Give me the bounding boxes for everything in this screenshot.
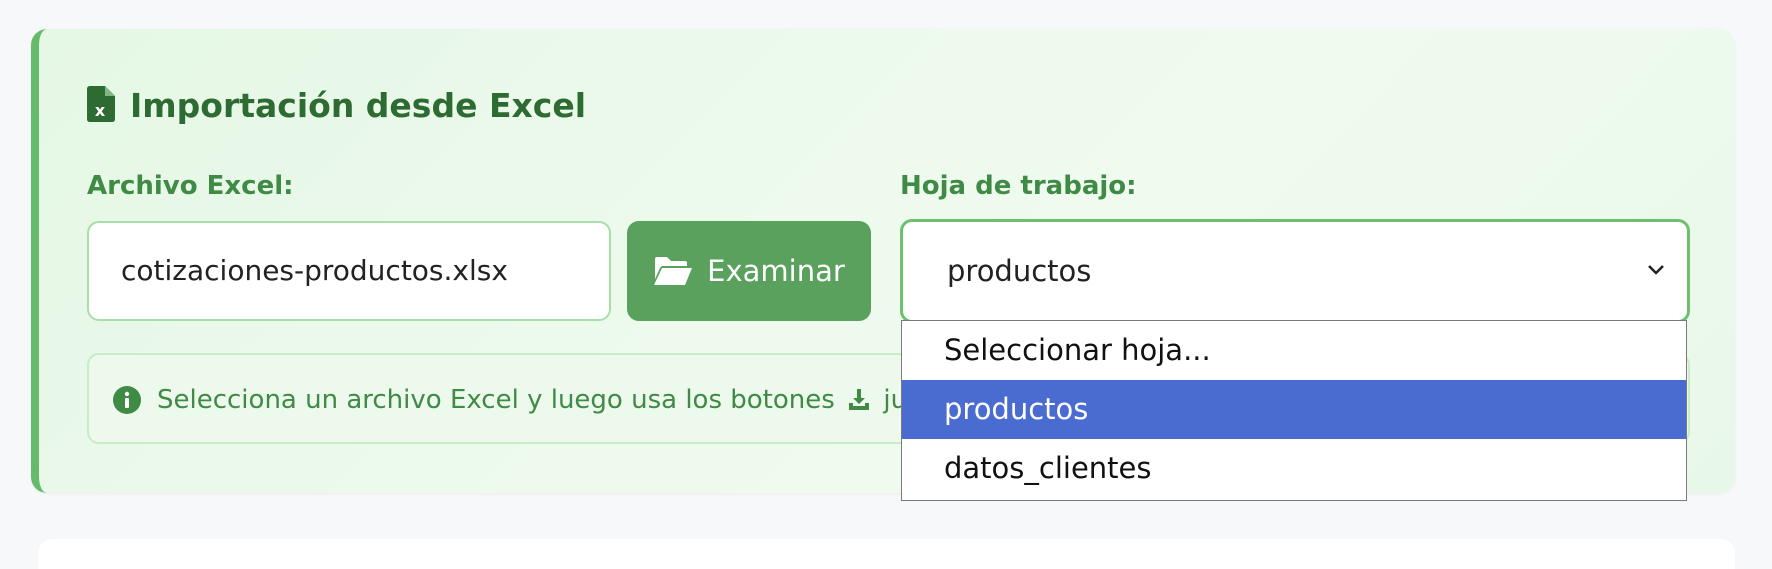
excel-file-icon: x [87, 86, 115, 122]
sheet-label: Hoja de trabajo: [900, 171, 1137, 201]
sheet-option[interactable]: Seleccionar hoja... [902, 321, 1686, 380]
info-text: Selecciona un archivo Excel y luego usa … [157, 383, 950, 417]
info-circle-icon [113, 386, 141, 414]
browse-button-label: Examinar [707, 254, 845, 288]
sheet-select[interactable]: productos [900, 219, 1690, 323]
file-label: Archivo Excel: [87, 171, 294, 201]
file-path-input[interactable]: cotizaciones-productos.xlsx [87, 221, 611, 321]
section-title: Importación desde Excel [130, 86, 587, 125]
svg-text:x: x [95, 101, 106, 120]
browse-button[interactable]: Examinar [627, 221, 871, 321]
next-panel [38, 539, 1735, 569]
folder-open-icon [654, 257, 693, 285]
sheet-option-selected[interactable]: productos [902, 380, 1686, 439]
chevron-down-icon [1648, 265, 1664, 275]
sheet-dropdown-list: Seleccionar hoja... productos datos_clie… [901, 320, 1687, 501]
info-text-before: Selecciona un archivo Excel y luego usa … [157, 385, 835, 415]
download-icon [849, 389, 870, 410]
sheet-option[interactable]: datos_clientes [902, 439, 1686, 498]
sheet-select-value: productos [947, 254, 1092, 288]
